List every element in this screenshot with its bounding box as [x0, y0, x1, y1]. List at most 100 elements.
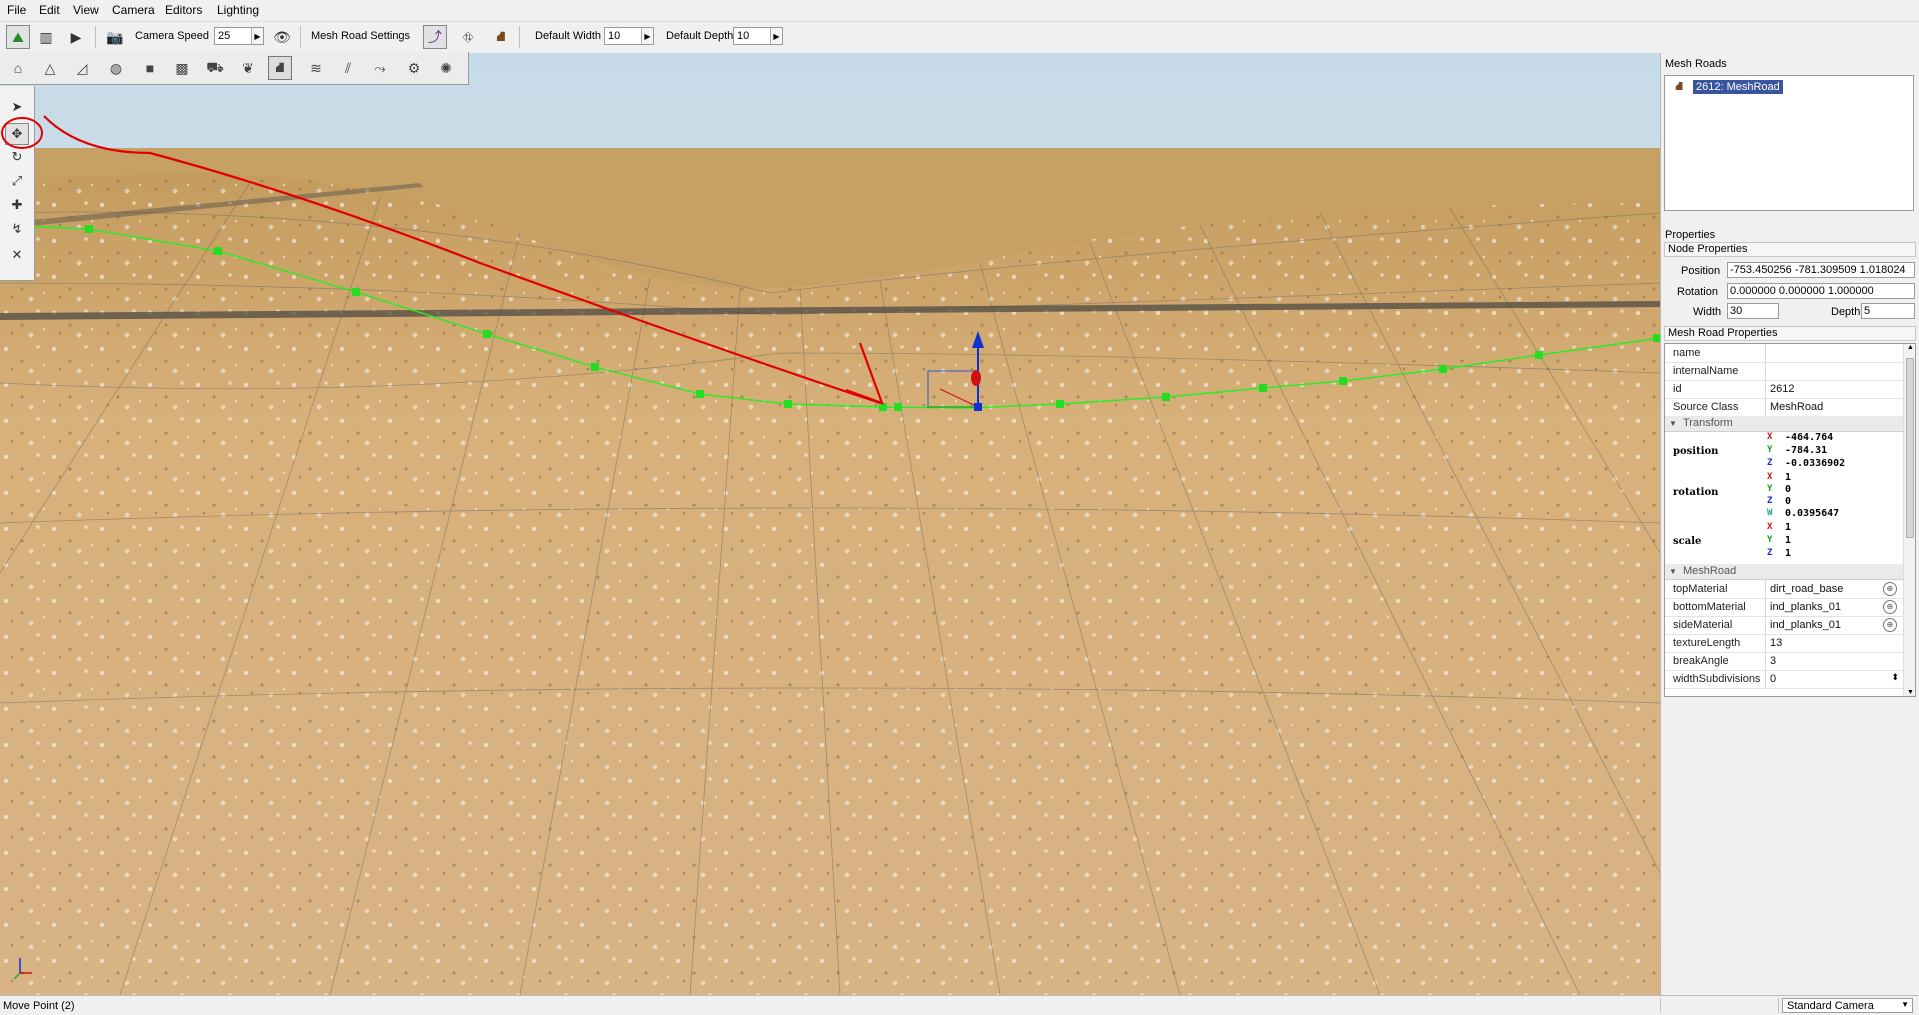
road-mesh-icon[interactable]: ⛘: [489, 25, 513, 49]
terrain-paint-icon[interactable]: ◿: [70, 56, 94, 80]
inspector-row[interactable]: id 2612: [1665, 380, 1903, 399]
world-editor-icon[interactable]: ⛰: [6, 25, 30, 49]
play-game-icon[interactable]: ▶: [64, 25, 88, 49]
menu-camera[interactable]: Camera: [112, 3, 155, 17]
camera-speed-input[interactable]: 25 ▶: [214, 27, 264, 45]
field-value[interactable]: 13: [1770, 637, 1782, 649]
inspector-row[interactable]: topMaterial dirt_road_base ⊕: [1665, 580, 1903, 599]
navmesh-icon[interactable]: ⚙: [402, 56, 426, 80]
object-icon[interactable]: ■: [138, 56, 162, 80]
value: 1: [1785, 535, 1792, 546]
scale-z[interactable]: Z1: [1765, 548, 1903, 561]
axis-z-label: Z: [1767, 548, 1773, 558]
menu-view[interactable]: View: [73, 3, 99, 17]
axis-z-label: Z: [1767, 458, 1773, 468]
scale-key: scale: [1673, 536, 1702, 547]
forest-icon[interactable]: ❦: [236, 56, 260, 80]
wireframe-road-icon[interactable]: ⛗: [456, 25, 480, 49]
tree-item-meshroad[interactable]: 2612: MeshRoad: [1693, 80, 1783, 94]
river-icon[interactable]: ≋: [304, 56, 328, 80]
default-width-input[interactable]: 10 ▶: [604, 27, 654, 45]
menu-editors[interactable]: Editors: [165, 3, 202, 17]
remove-point-icon[interactable]: ✕: [5, 244, 29, 266]
position-x[interactable]: X -464.764: [1765, 432, 1903, 445]
node-rotation-field[interactable]: 0.000000 0.000000 1.000000: [1727, 283, 1915, 299]
node-select-icon[interactable]: ⤴: [423, 25, 447, 49]
menu-file[interactable]: File: [7, 3, 26, 17]
node-width-field[interactable]: 30: [1727, 303, 1779, 319]
rotation-w[interactable]: W 0.0395647: [1765, 508, 1903, 521]
insert-point-icon[interactable]: ↯: [5, 218, 29, 240]
terrain-sculpt-icon[interactable]: △: [38, 56, 62, 80]
gui-editor-icon[interactable]: ▥: [34, 25, 58, 49]
status-text: Move Point (2): [3, 1000, 75, 1012]
node-depth-field[interactable]: 5: [1861, 303, 1915, 319]
particle-icon[interactable]: ✺: [434, 56, 458, 80]
inspector-row[interactable]: textureLength 13: [1665, 634, 1903, 653]
inspector-row[interactable]: name: [1665, 344, 1903, 363]
menu-edit[interactable]: Edit: [39, 3, 60, 17]
field-key: internalName: [1673, 365, 1739, 377]
field-key: breakAngle: [1673, 655, 1729, 667]
meshroad-group-header[interactable]: ▼ MeshRoad: [1665, 564, 1903, 580]
field-value[interactable]: 3: [1770, 655, 1776, 667]
scale-icon[interactable]: ⤢: [5, 170, 29, 192]
material-picker-icon[interactable]: ⊕: [1883, 618, 1897, 632]
scroll-down-icon[interactable]: ▼: [1907, 689, 1914, 696]
node-position-field[interactable]: -753.450256 -781.309509 1.018024: [1727, 262, 1915, 278]
inspector-row[interactable]: Source Class MeshRoad: [1665, 398, 1903, 417]
field-value[interactable]: ind_planks_01: [1770, 619, 1841, 631]
inspector[interactable]: name internalName id 2612 Source Class M…: [1664, 343, 1916, 697]
3d-viewport[interactable]: [0, 53, 1660, 995]
terrain-icon[interactable]: ⌂: [6, 56, 30, 80]
field-key: textureLength: [1673, 637, 1741, 649]
scale-y[interactable]: Y1: [1765, 535, 1903, 548]
default-depth-arrow-icon[interactable]: ▶: [770, 28, 782, 44]
mesh-roads-tree[interactable]: ⛘ 2612: MeshRoad: [1664, 75, 1914, 211]
mesh-road-icon[interactable]: ⛘: [268, 56, 292, 80]
inspector-row[interactable]: bottomMaterial ind_planks_01 ⊕: [1665, 598, 1903, 617]
collapse-icon[interactable]: ▼: [1669, 564, 1677, 579]
inspector-row[interactable]: breakAngle 3: [1665, 652, 1903, 671]
road-icon[interactable]: ⫽: [336, 56, 360, 80]
field-value[interactable]: 2612: [1770, 383, 1794, 395]
transform-group-header[interactable]: ▼ Transform: [1665, 416, 1903, 432]
field-value[interactable]: 0: [1770, 673, 1776, 685]
field-value[interactable]: dirt_road_base: [1770, 583, 1843, 595]
position-z[interactable]: Z -0.0336902: [1765, 458, 1903, 471]
material-picker-icon[interactable]: ⊕: [1883, 600, 1897, 614]
field-key: widthSubdivisions: [1673, 673, 1761, 685]
value: -464.764: [1785, 432, 1834, 443]
default-depth-input[interactable]: 10 ▶: [733, 27, 783, 45]
scroll-up-icon[interactable]: ▲: [1907, 344, 1914, 351]
inspector-row[interactable]: internalName: [1665, 362, 1903, 381]
field-value[interactable]: ind_planks_01: [1770, 601, 1841, 613]
camera-speed-arrow-icon[interactable]: ▶: [251, 28, 263, 44]
node-width-label: Width: [1693, 306, 1722, 318]
inspector-row[interactable]: sideMaterial ind_planks_01 ⊕: [1665, 616, 1903, 635]
create-point-icon[interactable]: ✚: [5, 194, 29, 216]
position-y[interactable]: Y -784.31: [1765, 445, 1903, 458]
value: 0: [1785, 496, 1792, 507]
scroll-thumb[interactable]: [1906, 358, 1914, 538]
collapse-icon[interactable]: ▼: [1669, 416, 1677, 431]
value: 0: [1785, 484, 1792, 495]
visibility-eye-icon[interactable]: 👁: [270, 25, 294, 49]
path-icon[interactable]: ⤳: [368, 56, 392, 80]
axis-x-label: X: [1767, 522, 1773, 532]
default-width-arrow-icon[interactable]: ▶: [641, 28, 653, 44]
inspector-scrollbar[interactable]: ▲ ▼: [1903, 344, 1915, 696]
field-value[interactable]: MeshRoad: [1770, 401, 1823, 413]
material-picker-icon[interactable]: ⊕: [1883, 582, 1897, 596]
material-icon[interactable]: ▩: [170, 56, 194, 80]
menu-lighting[interactable]: Lighting: [217, 3, 259, 17]
select-icon[interactable]: ➤: [5, 96, 29, 118]
stepper-icon[interactable]: ⬍: [1891, 672, 1899, 683]
inspector-row[interactable]: widthSubdivisions 0 ⬍: [1665, 670, 1903, 689]
decal-icon[interactable]: ⛟: [203, 56, 227, 80]
world-icon[interactable]: ◍: [104, 56, 128, 80]
mesh-roads-title: Mesh Roads: [1665, 58, 1727, 70]
mesh-road-properties-header: Mesh Road Properties: [1664, 326, 1916, 341]
scale-x[interactable]: X1: [1765, 522, 1903, 535]
camera-mode-select[interactable]: Standard Camera ▼: [1782, 998, 1913, 1013]
